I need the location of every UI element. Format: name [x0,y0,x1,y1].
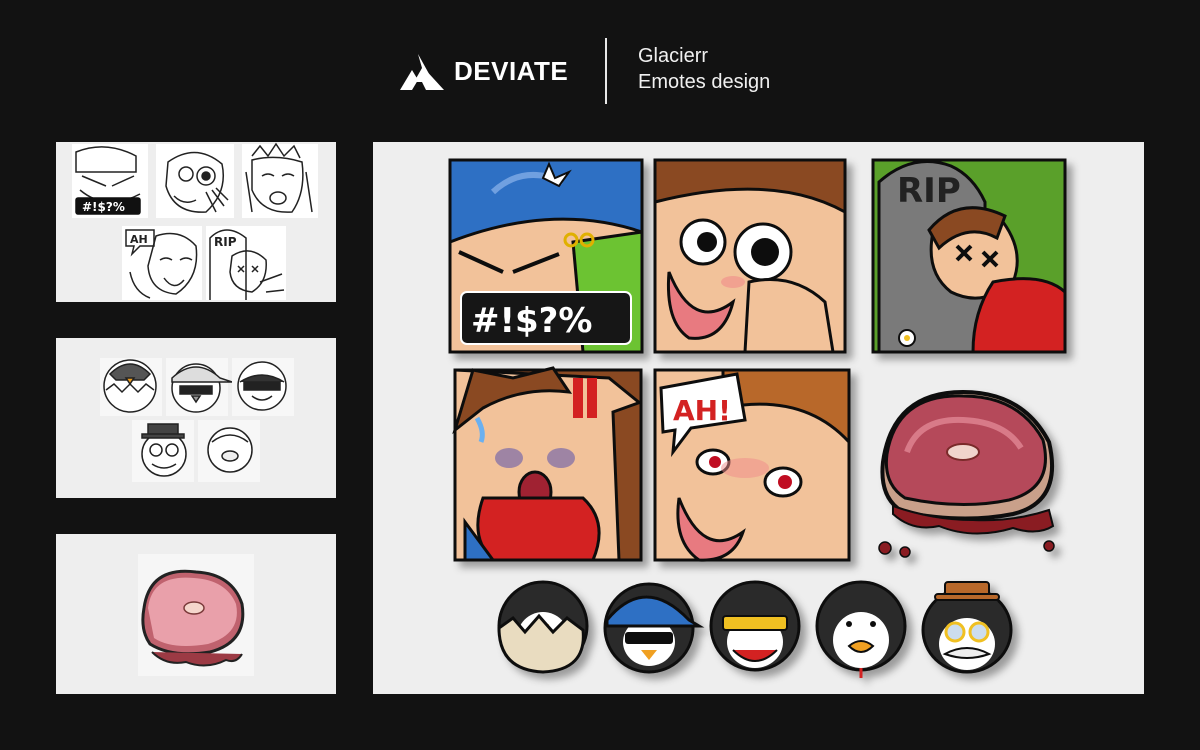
rage-sketch: #!$?% [72,144,148,218]
rip-sketch: RIP [206,226,286,300]
ah-emote-text: AH! [673,394,731,427]
rip-emote-text: RIP [897,171,961,211]
penguin-sketch-hat [132,420,194,482]
project-title: Emotes design [638,71,771,93]
emote-rip: RIP [871,158,1067,354]
header: DEVIATE Glacierr Emotes design [0,0,1200,140]
sketch-panel: #!$?% AH RIP [56,142,336,302]
emote-steak [878,389,1055,558]
steak-panel [56,534,336,694]
steak-sketch [138,554,254,676]
penguin-sunglasses-emote [709,580,801,672]
character-sketches: #!$?% AH RIP [72,142,318,300]
brand-name: DEVIATE [454,56,569,86]
rage-sketch-text: #!$?% [82,200,125,214]
final-emotes: #!$?% RIP AH! [448,158,1067,678]
client-name: Glacierr [638,45,709,67]
penguin-sketch-cap [166,358,233,416]
penguin-plain-emote [815,580,907,678]
ah-sketch: AH [122,226,202,300]
emote-rage: #!$?% [448,158,644,354]
emote-eye-poke [653,158,847,354]
tired-sketch [242,142,318,218]
penguin-cap-emote [603,582,705,674]
deviate-logo-icon [400,54,444,90]
penguin-sketch-panel [56,338,336,498]
penguin-hat-emote [921,581,1013,674]
header-divider [605,38,607,104]
penguin-egg-emote [497,580,589,674]
eye-poke-sketch [156,144,234,218]
penguin-sketches [100,358,294,482]
emote-ah: AH! [653,368,851,562]
penguin-sketch-plain [198,420,260,482]
rip-sketch-text: RIP [214,235,237,249]
main-emote-panel: #!$?% RIP AH! [373,142,1144,694]
penguin-sketch-sunglasses [232,358,294,416]
emote-tired [452,366,643,562]
penguin-sketch-egg [100,358,162,416]
ah-sketch-text: AH [130,233,148,246]
rage-emote-text: #!$?% [471,301,592,341]
